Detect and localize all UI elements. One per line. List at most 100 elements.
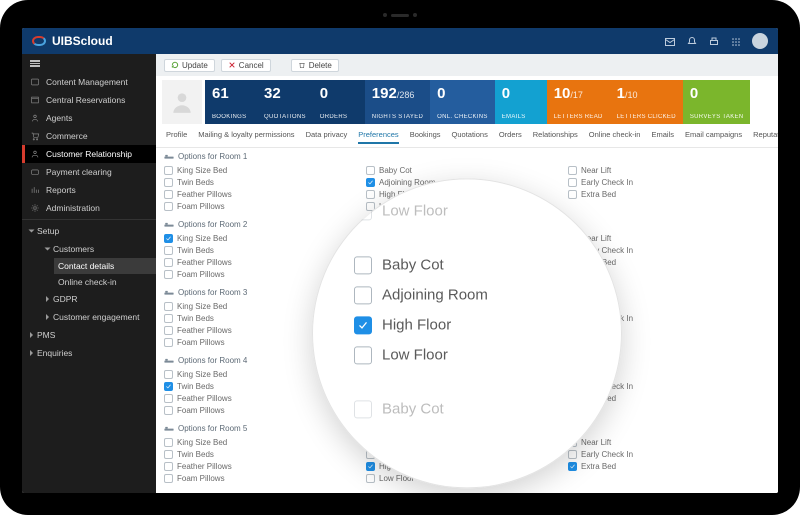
checkbox-row[interactable]: Extra Bed [568, 460, 770, 472]
zoom-checkbox[interactable]: High Floor [354, 310, 580, 340]
tab[interactable]: Reputation [753, 130, 778, 144]
checkbox-row[interactable]: Twin Beds [164, 176, 366, 188]
checkbox-icon [164, 302, 173, 311]
stat-tile[interactable]: 0SURVEYS TAKEN [683, 80, 751, 124]
tab[interactable]: Data privacy [306, 130, 348, 144]
checkbox-row[interactable]: Near Lift [568, 436, 770, 448]
stat-tile[interactable]: 32QUOTATIONS [257, 80, 313, 124]
stat-tile[interactable]: 1/10LETTERS CLICKED [610, 80, 683, 124]
checkbox-row[interactable]: Twin Beds [164, 448, 366, 460]
tab[interactable]: Quotations [452, 130, 488, 144]
sidebar-item[interactable]: Customer Relationship [22, 145, 156, 163]
tab[interactable]: Online check-in [589, 130, 641, 144]
stat-tile[interactable]: 0EMAILS [495, 80, 547, 124]
checkbox-row[interactable]: King Size Bed [164, 232, 366, 244]
tab[interactable]: Profile [166, 130, 187, 144]
checkbox-icon [354, 256, 372, 274]
checkbox-row[interactable]: Near Lift [568, 232, 770, 244]
brand: UIBScloud [32, 34, 113, 48]
content: Update Cancel Delete 61BOOKINGS32QUOTATI… [156, 54, 778, 493]
checkbox-row[interactable]: Near Lift [568, 164, 770, 176]
checkbox-icon [164, 314, 173, 323]
checkbox-row[interactable]: King Size Bed [164, 436, 366, 448]
checkbox-icon [366, 178, 375, 187]
tab[interactable]: Email campaigns [685, 130, 742, 144]
checkbox-row[interactable]: Feather Pillows [164, 460, 366, 472]
nav-icon [30, 113, 40, 123]
checkbox-row[interactable]: Extra Bed [568, 188, 770, 200]
sidebar-group-setup[interactable]: Setup [22, 222, 156, 240]
cancel-button[interactable]: Cancel [221, 59, 271, 72]
tabs: Profile Mailing & loyalty permissions Data… [156, 124, 778, 148]
sidebar-subitem[interactable]: Online check-in [54, 274, 156, 290]
sidebar-item[interactable]: Agents [22, 109, 156, 127]
checkbox-icon [354, 316, 372, 334]
update-button[interactable]: Update [164, 59, 215, 72]
sidebar-group[interactable]: Enquiries [22, 344, 156, 362]
sidebar-item[interactable]: Reports [22, 181, 156, 199]
sidebar-item[interactable]: Commerce [22, 127, 156, 145]
checkbox-icon [164, 370, 173, 379]
stat-tile[interactable]: 61BOOKINGS [205, 80, 257, 124]
stat-tile[interactable]: 10/17LETTERS READ [547, 80, 610, 124]
menu-toggle[interactable] [22, 54, 156, 73]
mail-icon[interactable] [664, 35, 676, 47]
room-heading: Options for Room 1 [164, 152, 770, 161]
magnifier-overlay: Low Floor Baby CotAdjoining RoomHigh Flo… [312, 178, 622, 488]
sidebar-item-customers[interactable]: Customers [38, 240, 156, 258]
checkbox-icon [164, 190, 173, 199]
sidebar: Content ManagementCentral ReservationsAg… [22, 54, 156, 493]
checkbox-icon [568, 450, 577, 459]
stat-tile[interactable]: 0ORDERS [313, 80, 365, 124]
nav-icon [30, 149, 40, 159]
sidebar-item[interactable]: Customer engagement [38, 308, 156, 326]
zoom-checkbox[interactable]: Baby Cot [354, 250, 580, 280]
stat-tile[interactable]: 192/286NIGHTS STAYED [365, 80, 430, 124]
stat-tile[interactable]: 0ONL. CHECKINS [430, 80, 495, 124]
nav-icon [30, 77, 40, 87]
tab[interactable]: Orders [499, 130, 522, 144]
sidebar-item[interactable]: Payment clearing [22, 163, 156, 181]
checkbox-row[interactable]: Foam Pillows [164, 472, 366, 484]
camera-notch [383, 13, 417, 17]
checkbox-icon [354, 346, 372, 364]
contact-avatar [162, 80, 202, 124]
sidebar-item[interactable]: Central Reservations [22, 91, 156, 109]
tab[interactable]: Relationships [533, 130, 578, 144]
bell-icon[interactable] [686, 35, 698, 47]
checkbox-icon [354, 286, 372, 304]
sidebar-group[interactable]: PMS [22, 326, 156, 344]
topbar: UIBScloud [22, 28, 778, 54]
toolbar: Update Cancel Delete [156, 54, 778, 76]
checkbox-row[interactable]: Feather Pillows [164, 188, 366, 200]
tab[interactable]: Preferences [358, 130, 398, 144]
tab[interactable]: Bookings [410, 130, 441, 144]
checkbox-row[interactable]: Early Check In [568, 448, 770, 460]
checkbox-icon [164, 246, 173, 255]
zoom-checkbox[interactable]: Low Floor [354, 340, 580, 370]
nav-icon [30, 203, 40, 213]
sidebar-item[interactable]: Administration [22, 199, 156, 217]
checkbox-icon [164, 178, 173, 187]
summary-stats: 61BOOKINGS32QUOTATIONS0ORDERS192/286NIGH… [156, 76, 778, 124]
checkbox-row[interactable]: Foam Pillows [164, 200, 366, 212]
sidebar-subitem[interactable]: Contact details [54, 258, 156, 274]
print-icon[interactable] [708, 35, 720, 47]
zoom-checkbox[interactable]: Low Floor [354, 196, 580, 226]
avatar[interactable] [752, 33, 768, 49]
tab[interactable]: Mailing & loyalty permissions [198, 130, 294, 144]
zoom-checkbox[interactable]: Adjoining Room [354, 280, 580, 310]
checkbox-row[interactable]: King Size Bed [164, 164, 366, 176]
grid-icon[interactable] [730, 35, 742, 47]
checkbox-row[interactable]: Baby Cot [366, 164, 568, 176]
checkbox-row[interactable]: Early Check In [568, 176, 770, 188]
checkbox-icon [366, 474, 375, 483]
tab[interactable]: Emails [651, 130, 674, 144]
nav-icon [30, 131, 40, 141]
zoom-checkbox[interactable]: Baby Cot [354, 394, 580, 424]
nav-icon [30, 95, 40, 105]
sidebar-item[interactable]: GDPR [38, 290, 156, 308]
sidebar-item[interactable]: Content Management [22, 73, 156, 91]
delete-button[interactable]: Delete [291, 59, 339, 72]
brand-name: UIBScloud [52, 34, 113, 48]
